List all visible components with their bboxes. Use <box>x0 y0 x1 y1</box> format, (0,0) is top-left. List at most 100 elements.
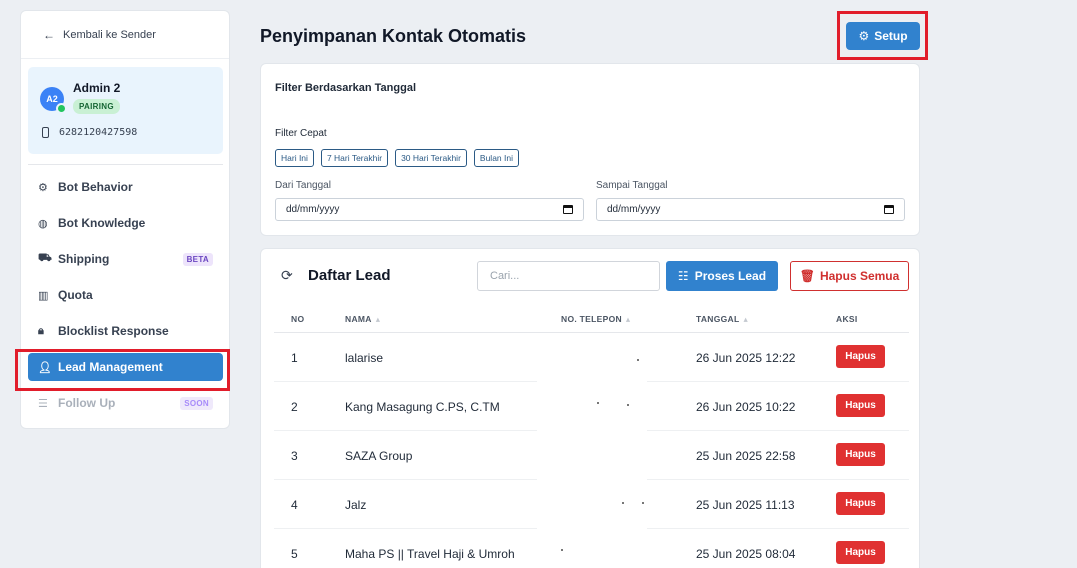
sort-icon: ▴ <box>625 314 631 324</box>
date-filter-card: Filter Berdasarkan Tanggal Filter Cepat … <box>260 63 920 236</box>
column-header-phone-label: NO. TELEPON <box>561 314 622 324</box>
bar-chart-icon: ▥ <box>38 289 49 302</box>
delete-all-button[interactable]: 🗑︎ Hapus Semua <box>790 261 909 291</box>
to-date-label: Sampai Tanggal <box>596 180 668 191</box>
account-phone-number: 6282120427598 <box>59 127 138 138</box>
sidebar-item-bot-knowledge[interactable]: ◍ Bot Knowledge <box>28 209 223 237</box>
cell-name: Maha PS || Travel Haji & Umroh <box>345 547 515 561</box>
sort-icon: ▴ <box>375 314 381 324</box>
chip-last-30-days[interactable]: 30 Hari Terakhir <box>395 149 467 167</box>
robot-icon: ⚙ <box>38 181 48 194</box>
delete-row-button[interactable]: Hapus <box>836 492 885 515</box>
arrow-left-icon: ← <box>43 27 55 42</box>
sidebar-item-label: Blocklist Response <box>58 324 169 338</box>
cell-date: 26 Jun 2025 10:22 <box>696 400 796 414</box>
sort-icon: ▴ <box>743 314 749 324</box>
delete-all-label: Hapus Semua <box>819 269 900 283</box>
user-check-icon: 👤︎ <box>38 361 52 374</box>
gear-icon: ⚙ <box>858 29 870 43</box>
beta-badge: BETA <box>182 253 213 266</box>
redaction-artifact <box>637 359 639 361</box>
cell-name: SAZA Group <box>345 449 413 463</box>
cell-date: 25 Jun 2025 22:58 <box>696 449 796 463</box>
sidebar-item-follow-up: ☰ Follow Up SOON <box>28 389 223 417</box>
cell-no: 5 <box>291 547 298 561</box>
calendar-icon[interactable] <box>884 205 894 214</box>
column-header-no: NO <box>291 314 305 324</box>
column-header-phone[interactable]: NO. TELEPON ▴ <box>561 314 631 325</box>
account-phone: 6282120427598 <box>42 127 137 138</box>
delete-row-button[interactable]: Hapus <box>836 345 885 368</box>
to-date-input[interactable]: dd/mm/yyyy <box>596 198 905 221</box>
to-date-placeholder: dd/mm/yyyy <box>607 204 661 215</box>
sidebar-item-blocklist-response[interactable]: 🔒︎ Blocklist Response <box>28 317 223 345</box>
sidebar-item-bot-behavior[interactable]: ⚙ Bot Behavior <box>28 173 223 201</box>
delete-row-button[interactable]: Hapus <box>836 443 885 466</box>
sidebar-item-label: Bot Knowledge <box>58 216 146 230</box>
delete-row-button[interactable]: Hapus <box>836 541 885 564</box>
chip-this-month[interactable]: Bulan Ini <box>473 149 519 167</box>
process-lead-label: Proses Lead <box>694 269 767 283</box>
delete-row-button[interactable]: Hapus <box>836 394 885 417</box>
column-header-name[interactable]: NAMA ▴ <box>345 314 380 325</box>
avatar: A2 <box>40 87 67 114</box>
sidebar-item-shipping[interactable]: ⛟ Shipping BETA <box>28 245 223 273</box>
cell-date: 25 Jun 2025 11:13 <box>696 498 795 512</box>
from-date-label: Dari Tanggal <box>275 180 331 191</box>
search-placeholder: Cari... <box>490 270 520 282</box>
redaction-artifact <box>561 549 563 551</box>
column-header-name-label: NAMA <box>345 314 372 324</box>
redaction-artifact <box>642 502 644 504</box>
cell-no: 3 <box>291 449 298 463</box>
sidebar-item-label: Quota <box>58 288 93 302</box>
setup-button[interactable]: ⚙ Setup <box>846 22 920 50</box>
search-input[interactable]: Cari... <box>477 261 660 291</box>
account-name: Admin 2 <box>73 81 121 95</box>
cell-name: Kang Masagung C.PS, C.TM <box>345 400 500 414</box>
sidebar-item-label: Bot Behavior <box>58 180 133 194</box>
divider <box>28 164 223 165</box>
quick-filter-chips: Hari Ini 7 Hari Terakhir 30 Hari Terakhi… <box>275 149 519 167</box>
cell-name: lalarise <box>345 351 384 365</box>
brain-icon: ◍ <box>38 217 48 230</box>
table-header: NO NAMA ▴ NO. TELEPON ▴ TANGGAL ▴ AKSI <box>274 307 909 333</box>
soon-badge: SOON <box>180 397 213 410</box>
column-header-action: AKSI <box>836 314 858 324</box>
cell-date: 26 Jun 2025 12:22 <box>696 351 796 365</box>
cell-date: 25 Jun 2025 08:04 <box>696 547 796 561</box>
filter-title: Filter Berdasarkan Tanggal <box>275 82 417 94</box>
cell-no: 2 <box>291 400 298 414</box>
chip-today[interactable]: Hari Ini <box>275 149 314 167</box>
column-header-date-label: TANGGAL <box>696 314 740 324</box>
redaction-artifact <box>622 502 624 504</box>
sidebar-item-label: Shipping <box>58 252 110 266</box>
refresh-icon[interactable]: ⟳ <box>281 267 293 284</box>
cell-no: 1 <box>291 351 298 365</box>
sidebar-nav: ⚙ Bot Behavior ◍ Bot Knowledge ⛟ Shippin… <box>28 173 223 425</box>
filter-list-icon: ☷ <box>677 269 689 283</box>
sidebar-item-lead-management[interactable]: 👤︎ Lead Management <box>28 353 223 381</box>
from-date-placeholder: dd/mm/yyyy <box>286 204 340 215</box>
from-date-input[interactable]: dd/mm/yyyy <box>275 198 584 221</box>
back-link-label: Kembali ke Sender <box>63 28 156 41</box>
sidebar-item-quota[interactable]: ▥ Quota <box>28 281 223 309</box>
lock-icon: 🔒︎ <box>38 324 44 337</box>
online-status-dot <box>56 103 67 114</box>
truck-icon: ⛟ <box>38 252 52 264</box>
setup-button-label: Setup <box>874 29 908 43</box>
redaction-artifact <box>597 402 599 404</box>
status-badge: PAIRING <box>73 99 120 114</box>
chip-last-7-days[interactable]: 7 Hari Terakhir <box>320 149 389 167</box>
phone-icon <box>42 127 49 138</box>
sliders-icon: ☰ <box>38 397 48 410</box>
redaction-artifact <box>627 404 629 406</box>
redacted-phone-area <box>537 334 647 568</box>
cell-no: 4 <box>291 498 298 512</box>
process-lead-button[interactable]: ☷ Proses Lead <box>666 261 778 291</box>
quick-filter-label: Filter Cepat <box>275 128 327 139</box>
back-to-sender-link[interactable]: ← Kembali ke Sender <box>21 11 229 59</box>
lead-list-card: ⟳ Daftar Lead Cari... ☷ Proses Lead 🗑︎ H… <box>260 248 920 568</box>
trash-icon: 🗑︎ <box>799 269 815 283</box>
column-header-date[interactable]: TANGGAL ▴ <box>696 314 748 325</box>
calendar-icon[interactable] <box>563 205 573 214</box>
